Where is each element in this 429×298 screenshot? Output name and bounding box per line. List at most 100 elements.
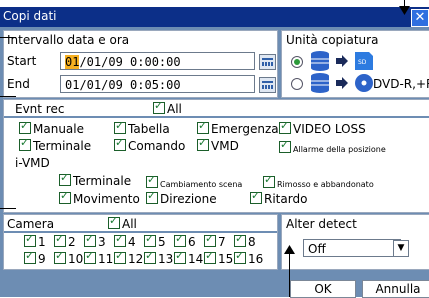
- camera-2-checkbox[interactable]: 2: [54, 232, 76, 249]
- checkbox-checked-icon: [59, 189, 71, 204]
- ivmd-cambiamento-scena-checkbox[interactable]: Cambiamento scena: [146, 173, 242, 189]
- camera-1-checkbox[interactable]: 1: [24, 232, 46, 249]
- ivmd-terminale-checkbox[interactable]: Terminale: [59, 171, 131, 188]
- copy-unit-radio-sd[interactable]: [291, 56, 303, 68]
- dialog-title: Copi dati: [3, 9, 57, 23]
- dropdown-arrow-icon[interactable]: ▼: [393, 240, 409, 257]
- checkbox-checked-icon: [146, 173, 158, 188]
- copy-unit-panel: Unità copiatura SD DVD-R,+R: [281, 30, 429, 98]
- event-videoloss-checkbox[interactable]: VIDEO LOSS: [279, 119, 366, 136]
- camera-13-checkbox[interactable]: 13: [144, 249, 174, 266]
- checkbox-checked-icon: [197, 119, 209, 134]
- camera-all-label: All: [122, 217, 137, 231]
- end-datetime-field[interactable]: 01/01/09 0:05:00: [60, 75, 255, 93]
- hdd-icon: [311, 51, 329, 71]
- camera-number: 9: [38, 252, 46, 266]
- camera-number: 10: [68, 252, 84, 266]
- camera-number: 12: [128, 252, 144, 266]
- camera-number: 4: [128, 235, 136, 249]
- camera-number: 11: [98, 252, 114, 266]
- ivmd-ritardo-label: Ritardo: [264, 192, 308, 206]
- copy-unit-radio-dvd[interactable]: [291, 78, 303, 90]
- camera-number: 1: [38, 235, 46, 249]
- checkbox-checked-icon: [59, 171, 71, 186]
- event-vmd-label: VMD: [211, 139, 239, 153]
- checkbox-checked-icon: [54, 232, 66, 247]
- checkbox-checked-icon: [234, 249, 246, 264]
- camera-9-checkbox[interactable]: 9: [24, 249, 46, 266]
- start-calendar-icon[interactable]: [259, 54, 276, 70]
- checkbox-checked-icon: [144, 249, 156, 264]
- callout-line: [0, 208, 16, 209]
- camera-label: Camera: [7, 217, 55, 231]
- ivmd-rimosso-checkbox[interactable]: Rimosso e abbandonato: [263, 173, 374, 189]
- end-calendar-icon[interactable]: [259, 77, 276, 93]
- event-manuale-label: Manuale: [33, 122, 84, 136]
- checkbox-checked-icon: [144, 232, 156, 247]
- start-datetime-field[interactable]: 01/01/09 0:00:00: [60, 52, 255, 70]
- event-manuale-checkbox[interactable]: Manuale: [19, 119, 84, 136]
- camera-14-checkbox[interactable]: 14: [174, 249, 203, 266]
- camera-6-checkbox[interactable]: 6: [174, 232, 196, 249]
- svg-text:SD: SD: [358, 59, 367, 66]
- camera-number: 6: [188, 235, 196, 249]
- camera-12-checkbox[interactable]: 12: [114, 249, 144, 266]
- camera-5-checkbox[interactable]: 5: [144, 232, 166, 249]
- event-comando-label: Comando: [128, 139, 186, 153]
- alter-detect-select[interactable]: Off: [303, 239, 401, 257]
- camera-number: 7: [218, 235, 226, 249]
- event-videoloss-label: VIDEO LOSS: [293, 122, 366, 136]
- event-rec-panel: Evnt rec All Manuale Tabella Emergenza V…: [3, 99, 429, 213]
- event-allarme-posizione-checkbox[interactable]: Allarme della posizione: [279, 138, 386, 154]
- camera-all-checkbox[interactable]: All: [108, 214, 137, 231]
- ok-button[interactable]: OK: [290, 280, 356, 298]
- event-comando-checkbox[interactable]: Comando: [114, 136, 186, 153]
- event-vmd-checkbox[interactable]: VMD: [197, 136, 239, 153]
- camera-10-checkbox[interactable]: 10: [54, 249, 84, 266]
- callout-arrow-down-icon: [399, 6, 410, 15]
- close-button[interactable]: ✕: [411, 9, 429, 27]
- checkbox-checked-icon: [114, 249, 126, 264]
- checkbox-checked-icon: [24, 232, 36, 247]
- arrow-right-icon: [336, 77, 348, 89]
- camera-number: 13: [158, 252, 174, 266]
- camera-3-checkbox[interactable]: 3: [84, 232, 106, 249]
- date-range-panel: Intervallo data e ora Start 01/01/09 0:0…: [3, 30, 278, 98]
- date-range-label: Intervallo data e ora: [7, 33, 130, 47]
- ivmd-direzione-checkbox[interactable]: Direzione: [146, 189, 217, 206]
- end-label: End: [7, 77, 30, 91]
- cancel-button[interactable]: Annulla: [362, 280, 429, 298]
- ivmd-movimento-label: Movimento: [73, 192, 140, 206]
- event-emergenza-checkbox[interactable]: Emergenza: [197, 119, 279, 136]
- alter-detect-panel: Alter detect Off ▼: [281, 214, 429, 270]
- event-rec-all-checkbox[interactable]: All: [153, 100, 182, 116]
- ivmd-movimento-checkbox[interactable]: Movimento: [59, 189, 140, 206]
- checkbox-checked-icon: [174, 249, 186, 264]
- checkbox-checked-icon: [114, 119, 126, 134]
- camera-number: 16: [248, 252, 264, 266]
- camera-8-checkbox[interactable]: 8: [234, 232, 256, 249]
- checkbox-checked-icon: [84, 249, 96, 264]
- event-terminale-checkbox[interactable]: Terminale: [19, 136, 91, 153]
- start-day-highlight[interactable]: 01: [65, 55, 80, 69]
- hdd-to-sd-icons: SD: [311, 51, 373, 71]
- hdd-to-dvd-icons: [311, 73, 373, 93]
- checkbox-checked-icon: [263, 173, 275, 188]
- camera-panel: Camera All 1 2 3 4 5 6 7 8 9 10 11 12 13…: [3, 214, 278, 270]
- camera-16-checkbox[interactable]: 16: [234, 249, 264, 266]
- checkbox-checked-icon: [146, 189, 158, 204]
- checkbox-checked-icon: [54, 249, 66, 264]
- camera-4-checkbox[interactable]: 4: [114, 232, 136, 249]
- event-emergenza-label: Emergenza: [211, 122, 279, 136]
- checkbox-checked-icon: [114, 232, 126, 247]
- start-label: Start: [7, 54, 37, 68]
- event-tabella-label: Tabella: [128, 122, 170, 136]
- checkbox-checked-icon: [234, 232, 246, 247]
- callout-line: [0, 96, 16, 97]
- checkbox-checked-icon: [84, 232, 96, 247]
- event-tabella-checkbox[interactable]: Tabella: [114, 119, 170, 136]
- camera-7-checkbox[interactable]: 7: [204, 232, 226, 249]
- ivmd-ritardo-checkbox[interactable]: Ritardo: [250, 189, 308, 206]
- camera-11-checkbox[interactable]: 11: [84, 249, 114, 266]
- camera-15-checkbox[interactable]: 15: [204, 249, 233, 266]
